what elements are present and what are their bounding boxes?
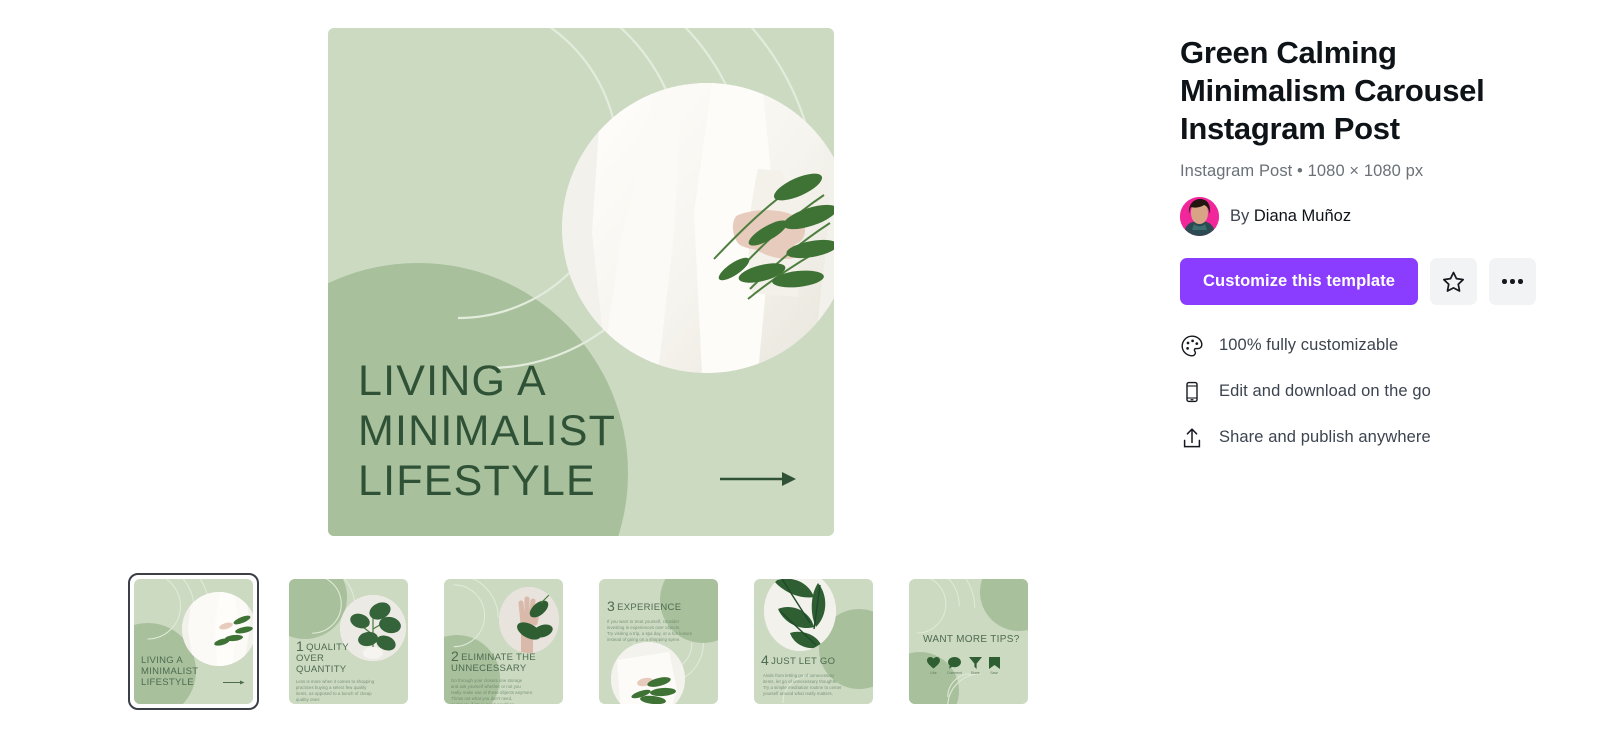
thumbnail-headline: 3 EXPERIENCE	[607, 598, 682, 614]
feature-label: 100% fully customizable	[1219, 336, 1399, 354]
thumbnail-body: Less is more when it comes to shopping p…	[296, 679, 375, 702]
slide-artwork: LIVING A MINIMALIST LIFESTYLE	[328, 28, 834, 536]
social-share: Share	[968, 657, 982, 675]
author-name: By Diana Muñoz	[1230, 207, 1351, 226]
thumbnail-artwork: 2 ELIMINATE THE UNNECESSARY Go through yo…	[444, 579, 563, 704]
share-icon	[968, 657, 982, 669]
feature-label: Share and publish anywhere	[1219, 428, 1431, 446]
feature-list: 100% fully customizable Edit and downloa…	[1180, 334, 1580, 449]
thumbnail-number: 3	[607, 598, 616, 614]
template-detail-page: LIVING A MINIMALIST LIFESTYLE LIVING A M…	[0, 0, 1606, 749]
social-like: Like	[927, 657, 940, 675]
feature-item-customizable: 100% fully customizable	[1180, 334, 1580, 357]
thumbnail-item-3[interactable]: 2 ELIMINATE THE UNNECESSARY Go through yo…	[438, 573, 569, 710]
arrow-right-icon	[223, 680, 245, 685]
thumbnail-body: Aside from letting go of unnecessary ite…	[763, 673, 842, 696]
thumbnail-headline: WANT MORE TIPS?	[923, 634, 1020, 645]
more-options-button[interactable]	[1489, 258, 1537, 305]
thumbnail-item-2[interactable]: 1 QUALITY OVER QUANTITY Less is more when…	[283, 573, 414, 710]
thumbnail-artwork: 1 QUALITY OVER QUANTITY Less is more when…	[289, 579, 408, 704]
thumbnail-headline: LIVING A MINIMALIST LIFESTYLE	[141, 655, 199, 688]
mobile-icon	[1180, 380, 1203, 403]
avatar	[1180, 197, 1219, 236]
author-row[interactable]: By Diana Muñoz	[1180, 197, 1580, 236]
customize-template-button[interactable]: Customize this template	[1180, 258, 1419, 305]
social-label: Like	[930, 671, 937, 675]
star-icon	[1443, 271, 1465, 292]
thumbnail-item-5[interactable]: 4 JUST LET GO Aside from letting go of un…	[748, 573, 879, 710]
template-meta: Instagram Post • 1080 × 1080 px	[1180, 162, 1424, 180]
hero-photo	[562, 83, 834, 373]
favorite-button[interactable]	[1430, 258, 1478, 305]
bookmark-icon	[988, 657, 1000, 669]
arrow-right-icon	[720, 472, 796, 486]
thumbnail-photo	[340, 595, 406, 661]
thumbnail-artwork: WANT MORE TIPS? Like Comment Share Save	[909, 579, 1028, 704]
feature-item-mobile: Edit and download on the go	[1180, 380, 1580, 403]
thumbnail-artwork: LIVING A MINIMALIST LIFESTYLE	[134, 579, 253, 704]
social-label: Save	[990, 671, 999, 675]
thumbnail-number: 4	[761, 652, 770, 668]
thumbnail-photo	[499, 587, 559, 653]
thumbnail-number: 1	[296, 638, 305, 654]
feature-item-share: Share and publish anywhere	[1180, 426, 1580, 449]
share-icon	[1180, 426, 1203, 449]
social-icon-row: Like Comment Share Save	[927, 657, 1000, 675]
action-row: Customize this template	[1180, 258, 1580, 305]
palette-icon	[1180, 334, 1203, 357]
author-label: Diana Muñoz	[1253, 207, 1352, 225]
template-info-panel: Green Calming Minimalism Carousel Instag…	[1180, 34, 1580, 449]
thumbnail-headline: 2 ELIMINATE THE UNNECESSARY	[451, 648, 536, 674]
comment-icon	[947, 657, 961, 669]
social-label: Comment	[947, 671, 962, 675]
social-save: Save	[988, 657, 1000, 675]
thumbnail-strip[interactable]: LIVING A MINIMALIST LIFESTYLE 1 QUALITY …	[128, 573, 1034, 710]
thumbnail-body: Go through your closets one storage and …	[451, 678, 534, 704]
social-label: Share	[970, 671, 980, 675]
template-preview-main[interactable]: LIVING A MINIMALIST LIFESTYLE	[328, 28, 834, 536]
thumbnail-item-4[interactable]: 3 EXPERIENCE If you want to treat yoursel…	[593, 573, 724, 710]
heart-icon	[927, 657, 940, 669]
preview-column: LIVING A MINIMALIST LIFESTYLE LIVING A M…	[0, 0, 1160, 749]
page-title: Green Calming Minimalism Carousel Instag…	[1180, 35, 1485, 146]
thumbnail-number: 2	[451, 648, 460, 664]
thumbnail-item-1[interactable]: LIVING A MINIMALIST LIFESTYLE	[128, 573, 259, 710]
social-comment: Comment	[947, 657, 962, 675]
thumbnail-headline: 1 QUALITY OVER QUANTITY	[296, 638, 349, 675]
thumbnail-artwork: 4 JUST LET GO Aside from letting go of un…	[754, 579, 873, 704]
preview-headline: LIVING A MINIMALIST LIFESTYLE	[358, 357, 617, 505]
thumbnail-headline: 4 JUST LET GO	[761, 652, 836, 668]
author-prefix: By	[1230, 207, 1250, 225]
thumbnail-artwork: 3 EXPERIENCE If you want to treat yoursel…	[599, 579, 718, 704]
ellipsis-icon	[1502, 279, 1523, 284]
thumbnail-body: If you want to treat yourself, consider …	[607, 619, 693, 642]
thumbnail-item-6[interactable]: WANT MORE TIPS? Like Comment Share Save	[903, 573, 1034, 710]
feature-label: Edit and download on the go	[1219, 382, 1431, 400]
